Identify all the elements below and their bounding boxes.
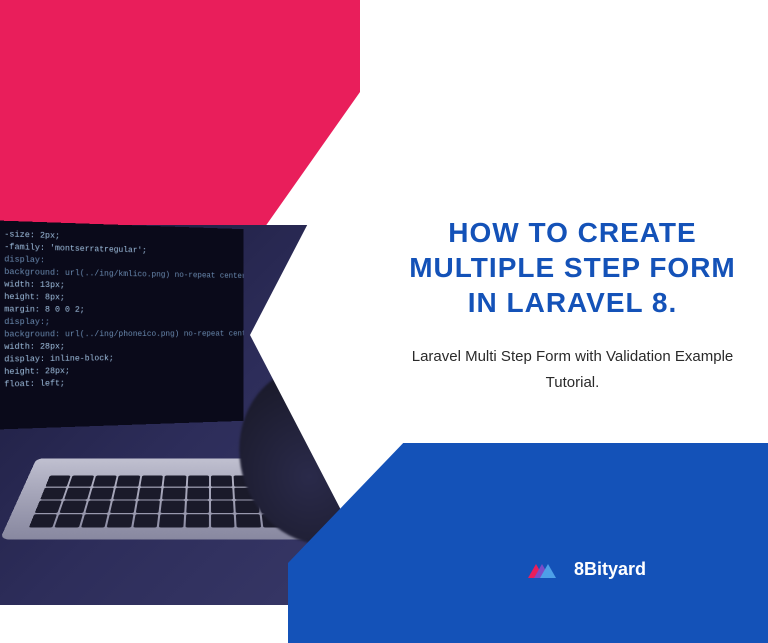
brand-logo-icon	[520, 550, 562, 588]
code-snippet: -size: 2px; -family: 'montserratregular'…	[0, 220, 244, 400]
monitor-screen: -size: 2px; -family: 'montserratregular'…	[0, 220, 244, 429]
subtitle-text: Laravel Multi Step Form with Validation …	[405, 344, 740, 395]
brand-name: 8Bityard	[574, 559, 646, 580]
brand-container: 8Bityard	[520, 550, 646, 588]
pink-decorative-shape	[0, 0, 360, 230]
content: HOW TO CREATE MULTIPLE STEP FORM IN LARA…	[405, 215, 740, 395]
main-title: HOW TO CREATE MULTIPLE STEP FORM IN LARA…	[405, 215, 740, 320]
